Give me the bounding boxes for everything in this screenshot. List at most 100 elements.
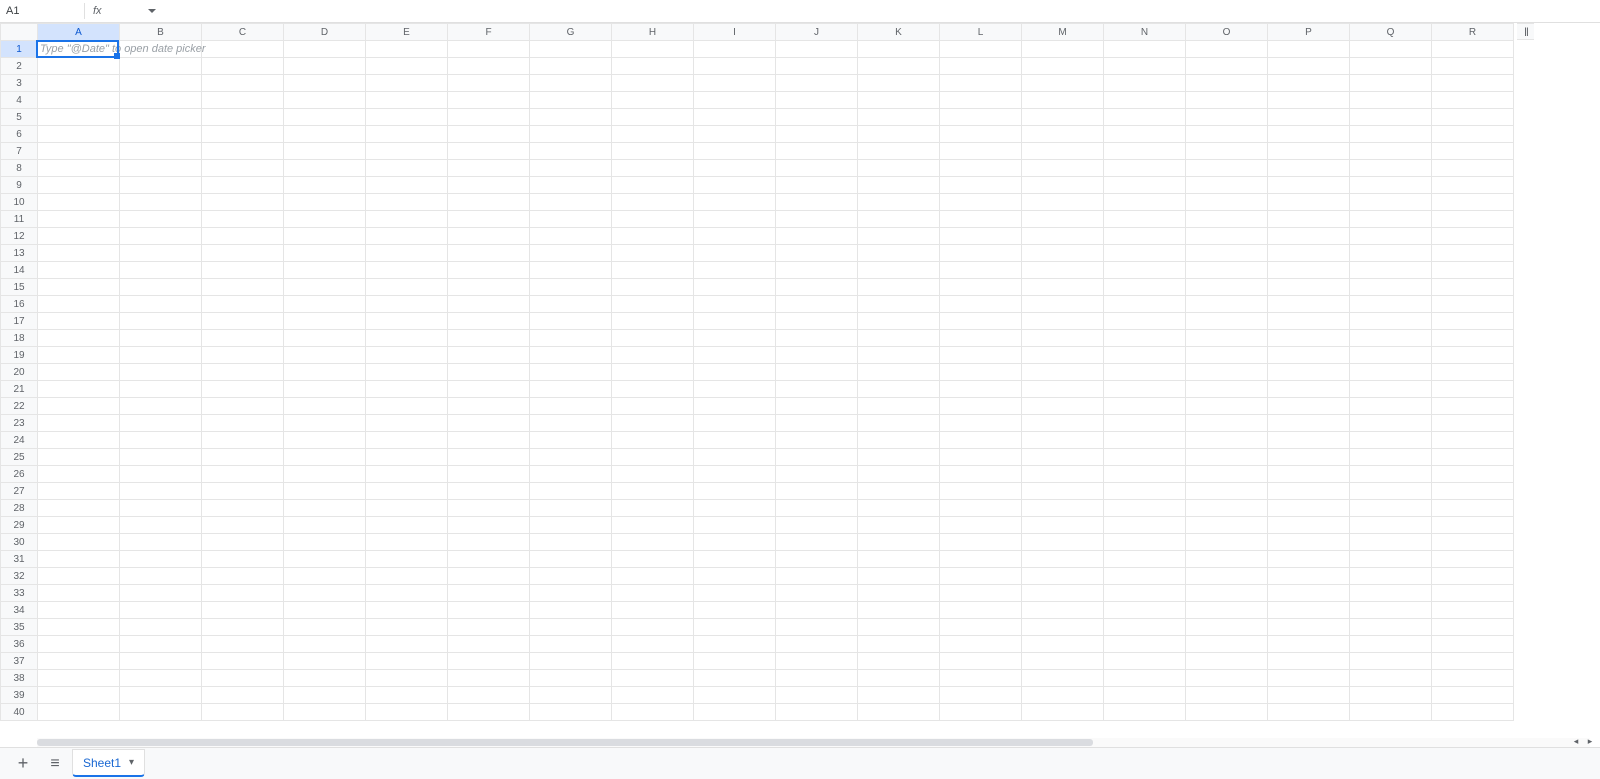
cell-F36[interactable] (448, 636, 530, 653)
cell-I38[interactable] (694, 670, 776, 687)
cell-M21[interactable] (1022, 381, 1104, 398)
cell-C12[interactable] (202, 228, 284, 245)
cell-H13[interactable] (612, 245, 694, 262)
cell-A8[interactable] (38, 160, 120, 177)
col-header-N[interactable]: N (1104, 24, 1186, 41)
cell-F25[interactable] (448, 449, 530, 466)
cell-J26[interactable] (776, 466, 858, 483)
row-header-35[interactable]: 35 (1, 619, 38, 636)
cell-C23[interactable] (202, 415, 284, 432)
cell-Q1[interactable] (1350, 41, 1432, 58)
cell-I32[interactable] (694, 568, 776, 585)
cell-E10[interactable] (366, 194, 448, 211)
cell-Q6[interactable] (1350, 126, 1432, 143)
cell-F20[interactable] (448, 364, 530, 381)
cell-B36[interactable] (120, 636, 202, 653)
cell-I21[interactable] (694, 381, 776, 398)
cell-B3[interactable] (120, 75, 202, 92)
cell-N35[interactable] (1104, 619, 1186, 636)
cell-P17[interactable] (1268, 313, 1350, 330)
row-header-15[interactable]: 15 (1, 279, 38, 296)
cell-E37[interactable] (366, 653, 448, 670)
cell-D25[interactable] (284, 449, 366, 466)
cell-F37[interactable] (448, 653, 530, 670)
cell-A6[interactable] (38, 126, 120, 143)
cell-L17[interactable] (940, 313, 1022, 330)
cell-P31[interactable] (1268, 551, 1350, 568)
cell-G24[interactable] (530, 432, 612, 449)
row-header-5[interactable]: 5 (1, 109, 38, 126)
cell-A11[interactable] (38, 211, 120, 228)
cell-Q27[interactable] (1350, 483, 1432, 500)
cell-K7[interactable] (858, 143, 940, 160)
cell-L33[interactable] (940, 585, 1022, 602)
cell-O21[interactable] (1186, 381, 1268, 398)
cell-Q24[interactable] (1350, 432, 1432, 449)
cell-R21[interactable] (1432, 381, 1514, 398)
cell-N40[interactable] (1104, 704, 1186, 721)
cell-C32[interactable] (202, 568, 284, 585)
cell-I9[interactable] (694, 177, 776, 194)
cell-P12[interactable] (1268, 228, 1350, 245)
cell-C27[interactable] (202, 483, 284, 500)
cell-J36[interactable] (776, 636, 858, 653)
cell-D6[interactable] (284, 126, 366, 143)
cell-G20[interactable] (530, 364, 612, 381)
cell-Q2[interactable] (1350, 58, 1432, 75)
cell-P22[interactable] (1268, 398, 1350, 415)
cell-Q28[interactable] (1350, 500, 1432, 517)
scroll-thumb[interactable] (37, 739, 1093, 746)
cell-R13[interactable] (1432, 245, 1514, 262)
cell-E28[interactable] (366, 500, 448, 517)
cell-G21[interactable] (530, 381, 612, 398)
cell-L3[interactable] (940, 75, 1022, 92)
cell-B1[interactable] (120, 41, 202, 58)
cell-M33[interactable] (1022, 585, 1104, 602)
cell-R29[interactable] (1432, 517, 1514, 534)
cell-D5[interactable] (284, 109, 366, 126)
cell-I39[interactable] (694, 687, 776, 704)
cell-J34[interactable] (776, 602, 858, 619)
cell-E8[interactable] (366, 160, 448, 177)
cell-C33[interactable] (202, 585, 284, 602)
cell-J32[interactable] (776, 568, 858, 585)
cell-B24[interactable] (120, 432, 202, 449)
cell-F21[interactable] (448, 381, 530, 398)
row-header-2[interactable]: 2 (1, 58, 38, 75)
cell-R40[interactable] (1432, 704, 1514, 721)
cell-O35[interactable] (1186, 619, 1268, 636)
cell-M25[interactable] (1022, 449, 1104, 466)
cell-C15[interactable] (202, 279, 284, 296)
cell-R25[interactable] (1432, 449, 1514, 466)
cell-O1[interactable] (1186, 41, 1268, 58)
cell-M26[interactable] (1022, 466, 1104, 483)
cell-R23[interactable] (1432, 415, 1514, 432)
cell-G3[interactable] (530, 75, 612, 92)
row-header-28[interactable]: 28 (1, 500, 38, 517)
cell-M2[interactable] (1022, 58, 1104, 75)
cell-O31[interactable] (1186, 551, 1268, 568)
cell-P26[interactable] (1268, 466, 1350, 483)
row-header-27[interactable]: 27 (1, 483, 38, 500)
cell-F18[interactable] (448, 330, 530, 347)
cell-E13[interactable] (366, 245, 448, 262)
cell-F2[interactable] (448, 58, 530, 75)
cell-B5[interactable] (120, 109, 202, 126)
cell-Q14[interactable] (1350, 262, 1432, 279)
cell-O25[interactable] (1186, 449, 1268, 466)
cell-I2[interactable] (694, 58, 776, 75)
row-header-26[interactable]: 26 (1, 466, 38, 483)
cell-Q13[interactable] (1350, 245, 1432, 262)
cell-R1[interactable] (1432, 41, 1514, 58)
cell-B14[interactable] (120, 262, 202, 279)
cell-K18[interactable] (858, 330, 940, 347)
row-header-24[interactable]: 24 (1, 432, 38, 449)
cell-P23[interactable] (1268, 415, 1350, 432)
cell-I22[interactable] (694, 398, 776, 415)
cell-A40[interactable] (38, 704, 120, 721)
cell-B12[interactable] (120, 228, 202, 245)
row-header-7[interactable]: 7 (1, 143, 38, 160)
row-header-38[interactable]: 38 (1, 670, 38, 687)
cell-B10[interactable] (120, 194, 202, 211)
cell-K3[interactable] (858, 75, 940, 92)
